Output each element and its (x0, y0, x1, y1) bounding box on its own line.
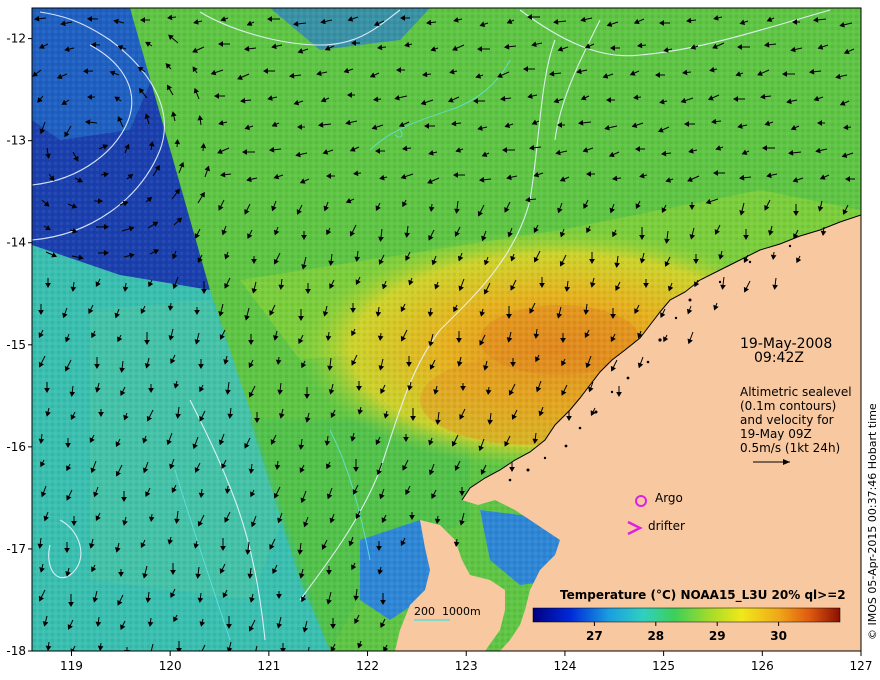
altimetry-line-4: 19-May 09Z (740, 427, 812, 441)
lat-tick-label: -12 (6, 32, 26, 46)
altimetry-line-2: (0.1m contours) (740, 399, 836, 413)
drifter-label: drifter (648, 519, 685, 533)
lon-tick-label: 125 (652, 659, 675, 673)
altimetry-line-3: and velocity for (740, 413, 834, 427)
lon-tick-label: 124 (553, 659, 576, 673)
lat-tick-label: -15 (6, 338, 26, 352)
lon-tick-label: 121 (257, 659, 280, 673)
map-plot-area (32, 8, 861, 656)
sst-map: 119 120 121 122 123 124 125 126 127 -12 -13 -14 -15… (6, 7, 879, 673)
bathymetry-legend: 200 1000m (414, 605, 481, 621)
altimetry-line-5: 0.5m/s (1kt 24h) (740, 441, 840, 455)
time-label: 09:42Z (754, 350, 804, 366)
colorbar-tick-label: 30 (770, 629, 787, 643)
colorbar-tick-label: 28 (647, 629, 664, 643)
lat-tick-label: -18 (6, 644, 26, 658)
lon-tick-label: 123 (455, 659, 478, 673)
colorbar-tick-label: 29 (709, 629, 726, 643)
credit-text: © IMOS 05-Apr-2015 00:37:46 Hobart time (866, 403, 879, 640)
bathymetry-200-label: 200 (414, 605, 435, 618)
lat-tick-label: -14 (6, 236, 26, 250)
argo-label: Argo (655, 491, 683, 505)
longitude-axis: 119 120 121 122 123 124 125 126 127 (60, 651, 872, 673)
velocity-arrowhead (306, 652, 310, 656)
lat-tick-label: -17 (6, 542, 26, 556)
velocity-arrowhead (253, 652, 257, 656)
colorbar-tick-label: 27 (586, 629, 603, 643)
lon-tick-label: 122 (356, 659, 379, 673)
lon-tick-label: 119 (60, 659, 83, 673)
altimetry-line-1: Altimetric sealevel (740, 385, 852, 399)
lat-tick-label: -13 (6, 134, 26, 148)
colorbar-gradient (532, 607, 841, 623)
colorbar-title: Temperature (°C) NOAA15_L3U 20% ql>=2 (560, 588, 846, 603)
velocity-arrowhead (149, 652, 153, 656)
bathymetry-1000-label: 1000m (442, 605, 481, 618)
lat-tick-label: -16 (6, 440, 26, 454)
lon-tick-label: 120 (159, 659, 182, 673)
lon-tick-label: 126 (751, 659, 774, 673)
latitude-axis: -12 -13 -14 -15 -16 -17 -18 (6, 32, 32, 658)
lon-tick-label: 127 (850, 659, 873, 673)
